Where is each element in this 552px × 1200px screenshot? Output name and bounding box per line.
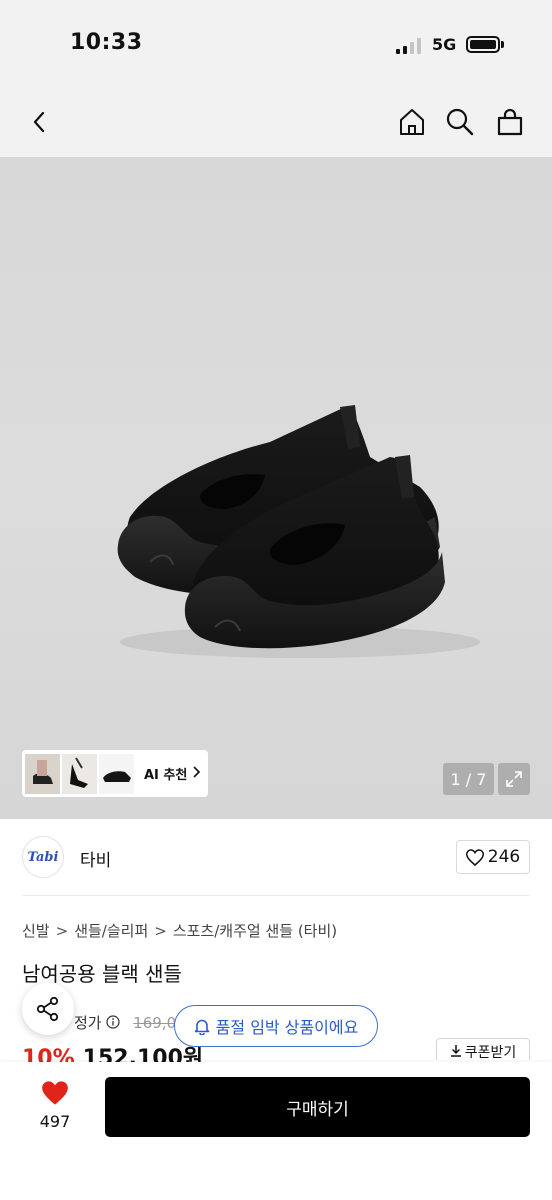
low-stock-toast: 품절 임박 상품이에요 [174, 1005, 378, 1047]
network-label: 5G [432, 35, 457, 54]
price-label: 정가 [74, 1014, 102, 1032]
product-photo [117, 405, 480, 658]
cart-button[interactable] [492, 104, 528, 140]
bottom-action-bar: 497 구매하기 [0, 1062, 552, 1200]
chevron-right-icon [193, 765, 201, 782]
brand-name[interactable]: 타비 [80, 846, 111, 871]
signal-icon [396, 38, 422, 54]
brand-like-button[interactable]: 246 [456, 840, 530, 874]
ai-recommend-thumbs[interactable]: AI 추천 [22, 750, 208, 797]
home-button[interactable] [394, 104, 430, 140]
discount-rate: 10% [22, 1046, 75, 1062]
battery-icon [466, 36, 500, 53]
product-image-gallery[interactable]: AI 추천 1 / 7 [0, 157, 552, 819]
brand-row: Tabi 타비 246 [22, 836, 530, 878]
coupon-button[interactable]: 쿠폰받기 [436, 1038, 530, 1060]
breadcrumb: 신발 > 샌들/슬리퍼 > 스포츠/캐주얼 샌들 (타비) [22, 920, 337, 941]
buy-button[interactable]: 구매하기 [105, 1077, 530, 1137]
heart-outline-icon [465, 848, 484, 866]
bell-icon [194, 1019, 209, 1035]
back-button[interactable] [22, 104, 58, 140]
breadcrumb-item[interactable]: 스포츠/캐주얼 샌들 (타비) [173, 922, 337, 940]
chevron-left-icon [33, 111, 45, 133]
toast-message: 품절 임박 상품이에요 [215, 1018, 359, 1037]
top-nav [0, 90, 552, 157]
chevron-right-icon: > [154, 922, 167, 940]
divider [22, 895, 530, 896]
image-counter: 1 / 7 [443, 763, 494, 795]
shopping-bag-icon [497, 108, 523, 136]
brand-logo[interactable]: Tabi [22, 836, 64, 878]
share-button[interactable] [22, 983, 74, 1035]
price-row: 10% 152,100원 [22, 1040, 203, 1062]
search-icon [446, 108, 474, 136]
brand-like-count: 246 [487, 847, 521, 867]
home-icon [400, 109, 424, 135]
wish-count: 497 [39, 1112, 71, 1131]
chevron-right-icon: > [55, 922, 69, 940]
ai-recommend-label[interactable]: AI 추천 [144, 764, 187, 783]
expand-icon [506, 771, 522, 787]
thumbnail-image[interactable] [25, 753, 60, 794]
breadcrumb-item[interactable]: 샌들/슬리퍼 [74, 922, 148, 940]
coupon-label: 쿠폰받기 [464, 1045, 517, 1060]
status-bar: 10:33 5G [0, 0, 552, 90]
status-time: 10:33 [70, 30, 143, 55]
expand-image-button[interactable] [498, 763, 530, 795]
thumbnail-image[interactable] [99, 753, 134, 794]
share-icon [36, 996, 59, 1022]
thumbnail-image[interactable] [62, 753, 97, 794]
search-button[interactable] [442, 104, 478, 140]
download-icon [450, 1045, 461, 1057]
sale-price: 152,100원 [82, 1046, 204, 1062]
breadcrumb-item[interactable]: 신발 [22, 922, 50, 940]
heart-filled-icon [42, 1081, 68, 1105]
info-icon[interactable] [106, 1014, 125, 1032]
wish-button[interactable]: 497 [30, 1080, 80, 1131]
